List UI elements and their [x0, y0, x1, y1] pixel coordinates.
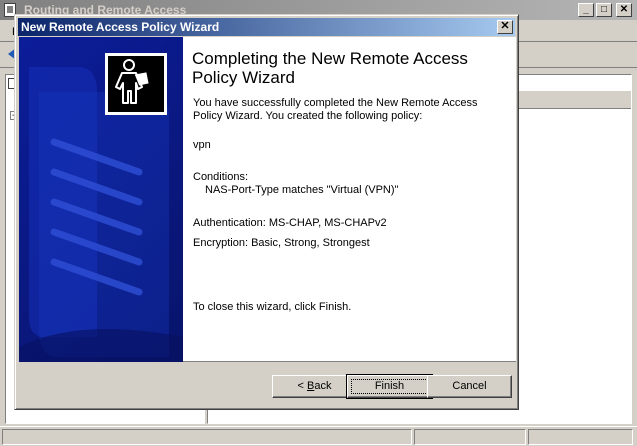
cancel-button[interactable]: Cancel	[427, 375, 512, 398]
closing-instructions: To close this wizard, click Finish.	[193, 301, 352, 313]
wizard-heading: Completing the New Remote Access Policy …	[192, 49, 468, 87]
wizard-intro-text: You have successfully completed the New …	[193, 97, 478, 122]
back-button-label: < Back	[297, 380, 332, 392]
conditions-label: Conditions:	[193, 171, 249, 183]
condition-detail: NAS-Port-Type matches "Virtual (VPN)"	[205, 184, 399, 196]
finish-button[interactable]: Finish	[346, 374, 433, 399]
status-bar	[0, 426, 637, 446]
policy-name: vpn	[193, 139, 211, 151]
authentication-text: Authentication: MS-CHAP, MS-CHAPv2	[193, 217, 387, 229]
wizard-close-button[interactable]: ✕	[497, 20, 513, 34]
wizard-body: Completing the New Remote Access Policy …	[19, 37, 516, 362]
wizard-title: New Remote Access Policy Wizard	[21, 20, 220, 34]
status-segment	[414, 429, 526, 445]
wizard-icon-frame	[105, 53, 167, 115]
back-button[interactable]: < Back	[272, 375, 357, 398]
wizard-watermark-panel	[19, 37, 183, 362]
cancel-button-label: Cancel	[452, 380, 487, 392]
wizard-titlebar[interactable]: New Remote Access Policy Wizard ✕	[18, 18, 515, 36]
wizard-dialog: New Remote Access Policy Wizard ✕ Comple…	[14, 14, 519, 410]
encryption-text: Encryption: Basic, Strong, Strongest	[193, 237, 370, 249]
background-close-button[interactable]: ✕	[616, 3, 632, 17]
finish-button-label: Finish	[374, 380, 405, 392]
maximize-button[interactable]: □	[596, 3, 612, 17]
minimize-button[interactable]: _	[578, 3, 594, 17]
status-segment	[2, 429, 412, 445]
status-segment	[528, 429, 633, 445]
wizard-person-icon	[108, 56, 164, 112]
